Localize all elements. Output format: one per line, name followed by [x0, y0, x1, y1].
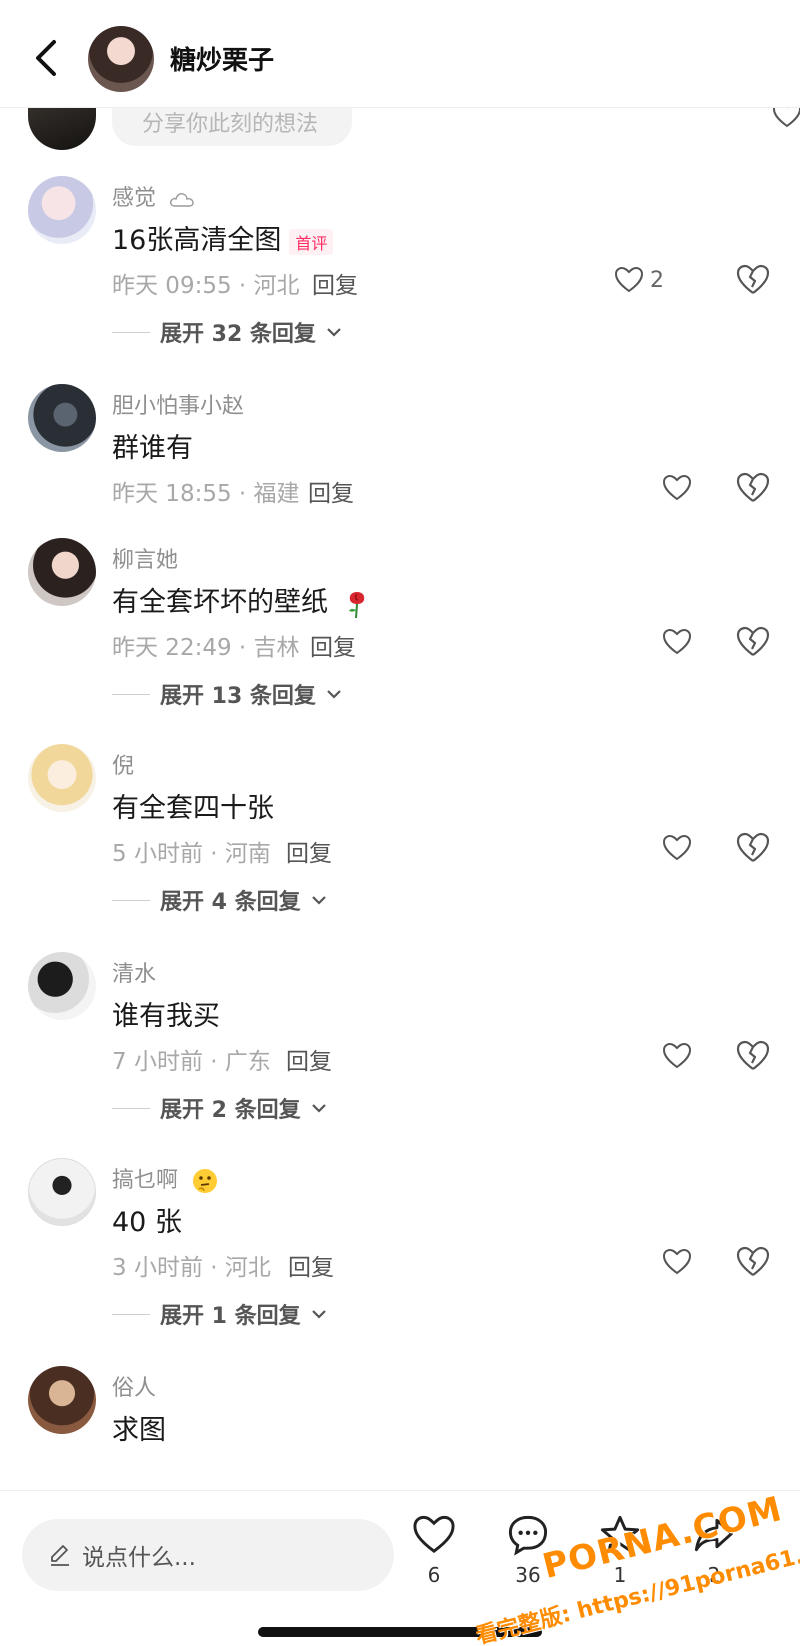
expand-replies[interactable]: 展开 32 条回复: [112, 316, 342, 348]
expand-replies[interactable]: 展开 13 条回复: [112, 678, 342, 710]
comment-text: 有全套坏坏的壁纸: [112, 580, 371, 620]
post-like-button[interactable]: 6: [404, 1513, 464, 1587]
reply-button[interactable]: 回复: [308, 474, 354, 508]
heart-icon: [614, 266, 644, 293]
thinking-face-icon: [193, 1169, 218, 1193]
username-text: 感觉: [112, 186, 157, 211]
heart-icon: [662, 834, 692, 861]
expand-replies[interactable]: 展开 1 条回复: [112, 1298, 327, 1330]
like-button[interactable]: [662, 1038, 692, 1074]
comment-text: 有全套四十张: [112, 793, 274, 824]
user-avatar[interactable]: [28, 1366, 96, 1434]
comment-text: 40 张: [112, 1207, 182, 1238]
reply-button[interactable]: 回复: [288, 1248, 334, 1282]
user-avatar[interactable]: [28, 744, 96, 812]
username-text: 搞乜啊: [112, 1168, 179, 1193]
chevron-down-icon: [311, 1310, 326, 1319]
comment-time-location: 昨天 18:55 · 福建: [112, 481, 300, 507]
heart-icon: [413, 1515, 455, 1553]
chevron-down-icon: [327, 690, 341, 699]
reply-button[interactable]: 回复: [312, 266, 358, 300]
chevron-down-icon: [327, 328, 341, 337]
heart-icon: [662, 1042, 692, 1069]
reply-button[interactable]: 回复: [310, 628, 356, 662]
broken-heart-icon[interactable]: [735, 1038, 771, 1074]
reply-button[interactable]: 回复: [286, 1042, 332, 1076]
comment-input[interactable]: 说点什么...: [22, 1519, 394, 1591]
comment-input-placeholder: 说点什么...: [82, 1545, 196, 1571]
author-avatar[interactable]: [88, 26, 154, 92]
broken-heart-icon[interactable]: [735, 1244, 771, 1280]
comment-username[interactable]: 俗人: [112, 1370, 156, 1402]
expand-replies-label: 展开 4 条回复: [160, 890, 301, 915]
comment-username[interactable]: 胆小怕事小赵: [112, 388, 244, 420]
comment-username[interactable]: 柳言她: [112, 542, 178, 574]
chevron-down-icon: [311, 1104, 326, 1113]
expand-replies-label: 展开 13 条回复: [160, 684, 316, 709]
divider: [112, 1107, 150, 1109]
user-avatar[interactable]: [28, 176, 96, 244]
like-button[interactable]: 2: [614, 262, 664, 298]
first-comment-badge: 首评: [289, 228, 334, 255]
like-button[interactable]: [662, 624, 692, 660]
divider: [112, 331, 150, 333]
back-arrow-icon[interactable]: [28, 36, 68, 80]
pencil-icon: [51, 1545, 69, 1566]
broken-heart-icon[interactable]: [735, 830, 771, 866]
broken-heart-icon[interactable]: [735, 262, 771, 298]
heart-icon: [662, 628, 692, 655]
comment-text: 16张高清全图 首评: [112, 218, 334, 257]
chevron-down-icon: [311, 896, 326, 905]
user-avatar[interactable]: [28, 1158, 96, 1226]
cloud-icon: [169, 193, 194, 207]
top-bar: 糖炒栗子: [0, 0, 800, 108]
divider: [112, 1313, 150, 1315]
heart-icon: [662, 474, 692, 501]
broken-heart-icon[interactable]: [735, 470, 771, 506]
rose-icon: [348, 591, 364, 618]
comment-text: 谁有我买: [112, 1001, 220, 1032]
reply-button[interactable]: 回复: [286, 834, 332, 868]
comment-username[interactable]: 感觉: [112, 180, 195, 212]
expand-replies-label: 展开 32 条回复: [160, 322, 316, 347]
comment-time-location: 昨天 22:49 · 吉林: [112, 635, 300, 661]
comment-username[interactable]: 搞乜啊: [112, 1162, 219, 1195]
comment-body: 有全套坏坏的壁纸: [112, 587, 328, 618]
author-name[interactable]: 糖炒栗子: [170, 40, 274, 77]
expand-replies[interactable]: 展开 2 条回复: [112, 1092, 327, 1124]
comment-username[interactable]: 倪: [112, 748, 134, 780]
user-avatar[interactable]: [28, 538, 96, 606]
like-button[interactable]: [662, 830, 692, 866]
expand-replies-label: 展开 2 条回复: [160, 1098, 301, 1123]
expand-replies[interactable]: 展开 4 条回复: [112, 884, 327, 916]
comment-time-location: 5 小时前 · 河南: [112, 841, 271, 867]
comment-time-location: 昨天 09:55 · 河北: [112, 273, 300, 299]
post-like-count: 6: [427, 1563, 441, 1587]
user-avatar[interactable]: [28, 952, 96, 1020]
heart-icon: [662, 1248, 692, 1275]
divider: [112, 693, 150, 695]
divider: [112, 899, 150, 901]
user-avatar[interactable]: [28, 384, 96, 452]
comment-body: 16张高清全图: [112, 225, 282, 256]
comment-username[interactable]: 清水: [112, 956, 156, 988]
comment-text: 求图: [112, 1415, 166, 1446]
comment-time-location: 3 小时前 · 河北: [112, 1255, 271, 1281]
like-count: 2: [650, 267, 664, 293]
broken-heart-icon[interactable]: [735, 624, 771, 660]
like-button[interactable]: [662, 470, 692, 506]
like-button[interactable]: [662, 1244, 692, 1280]
expand-replies-label: 展开 1 条回复: [160, 1304, 301, 1329]
comment-time-location: 7 小时前 · 广东: [112, 1049, 271, 1075]
comment-text: 群谁有: [112, 433, 193, 464]
